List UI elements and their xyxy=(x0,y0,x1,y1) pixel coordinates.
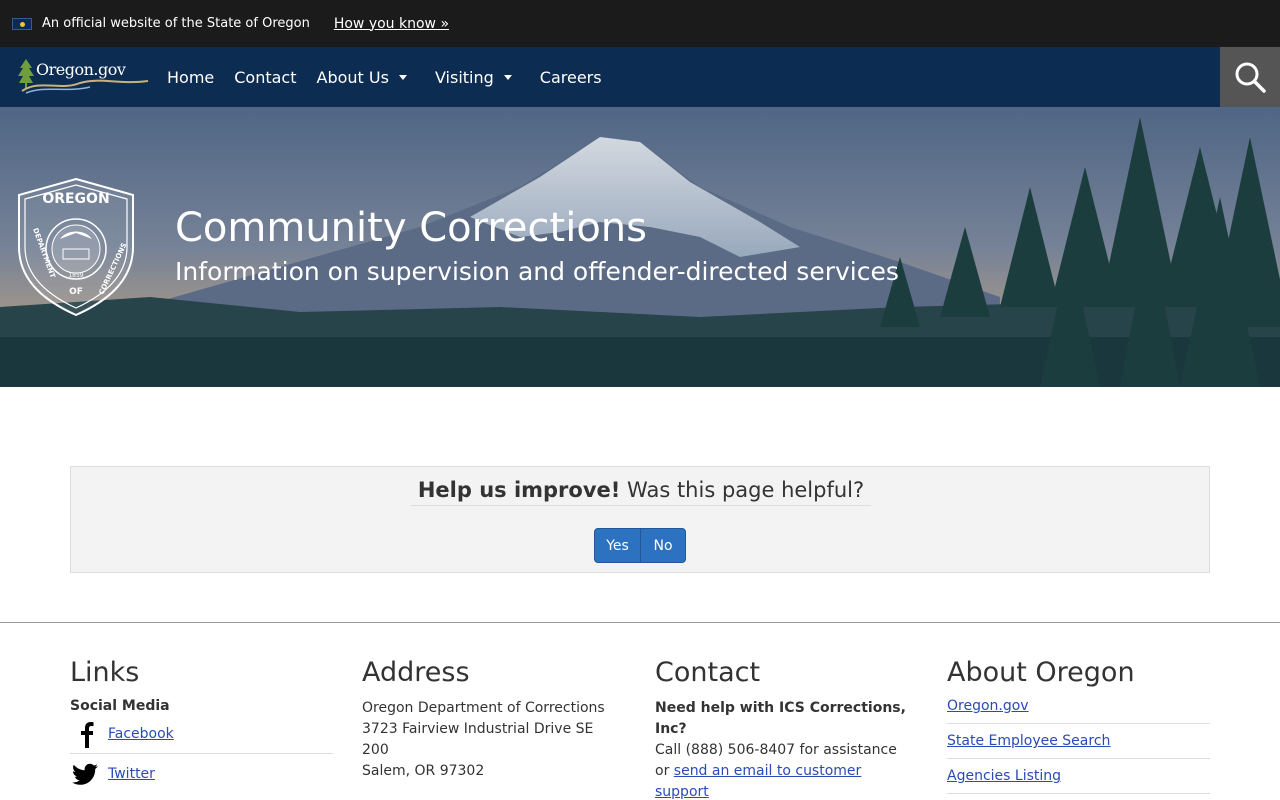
search-icon xyxy=(1235,62,1266,93)
nav-careers-label: Careers xyxy=(539,67,602,87)
feedback-question: Help us improve! Was this page helpful? xyxy=(411,478,871,506)
footer-links-column: Links Social Media Facebook Twitter xyxy=(70,657,333,794)
facebook-icon xyxy=(81,721,94,748)
address-line-2: 3723 Fairview Industrial Drive SE xyxy=(362,721,594,737)
nav-menu: Home Contact About Us Visiting Careers xyxy=(157,68,612,87)
oregon-gov-logo[interactable]: Oregon.gov xyxy=(10,47,150,107)
nav-about-us[interactable]: About Us xyxy=(307,68,417,87)
hero-banner: OREGON OF 1859 DEPARTMENT CORRECTIONS Co… xyxy=(0,107,1280,387)
oregon-flag-icon xyxy=(12,17,32,30)
chevron-down-icon xyxy=(503,74,512,80)
nav-contact[interactable]: Contact xyxy=(224,68,306,87)
address-line-3: 200 xyxy=(362,742,389,758)
nav-visiting-label: Visiting xyxy=(434,67,494,87)
yes-button[interactable]: Yes xyxy=(594,528,641,563)
twitter-link[interactable]: Twitter xyxy=(108,766,155,782)
footer-address-column: Address Oregon Department of Corrections… xyxy=(362,657,625,782)
no-button[interactable]: No xyxy=(641,528,686,563)
nav-visiting[interactable]: Visiting xyxy=(425,68,522,87)
footer-address-heading: Address xyxy=(362,657,470,688)
seal-bottom-text: OF xyxy=(69,287,83,297)
official-site-text: An official website of the State of Oreg… xyxy=(42,16,310,31)
nav-about-us-label: About Us xyxy=(316,67,389,87)
feedback-panel: Help us improve! Was this page helpful? … xyxy=(70,466,1210,573)
feedback-text: Was this page helpful? xyxy=(627,478,865,502)
official-banner: An official website of the State of Oreg… xyxy=(0,0,1280,47)
footer-contact-heading: Contact xyxy=(655,657,761,688)
twitter-row: Twitter xyxy=(70,754,333,794)
doc-seal-logo: OREGON OF 1859 DEPARTMENT CORRECTIONS xyxy=(18,177,134,317)
river-swoosh-icon xyxy=(21,79,149,94)
address-line-1: Oregon Department of Corrections xyxy=(362,700,605,716)
main-navbar: Oregon.gov Home Contact About Us Visitin… xyxy=(0,47,1280,107)
twitter-icon xyxy=(72,763,98,785)
agencies-listing-link[interactable]: Agencies Listing xyxy=(947,759,1210,794)
facebook-row: Facebook xyxy=(70,714,333,754)
footer-about-heading: About Oregon xyxy=(947,657,1135,688)
seal-top-text: OREGON xyxy=(42,191,109,207)
nav-home-label: Home xyxy=(167,67,215,87)
state-employee-search-link[interactable]: State Employee Search xyxy=(947,724,1210,759)
facebook-link[interactable]: Facebook xyxy=(108,726,174,742)
chevron-down-icon xyxy=(398,74,407,80)
contact-call-text: Call (888) 506-8407 for assistance or se… xyxy=(655,740,915,800)
search-button[interactable] xyxy=(1220,47,1280,107)
seal-year-text: 1859 xyxy=(68,272,83,279)
address-line-4: Salem, OR 97302 xyxy=(362,763,485,779)
page-title: Community Corrections xyxy=(175,205,647,251)
nav-home[interactable]: Home xyxy=(157,68,224,87)
feedback-bold: Help us improve! xyxy=(417,478,621,502)
footer-contact-column: Contact Need help with ICS Corrections, … xyxy=(655,657,915,800)
site-footer: Links Social Media Facebook Twitter Addr… xyxy=(0,622,1280,800)
page-subtitle: Information on supervision and offender-… xyxy=(175,257,899,286)
footer-about-column: About Oregon Oregon.gov State Employee S… xyxy=(947,657,1210,794)
social-media-label: Social Media xyxy=(70,698,170,714)
contact-help-text: Need help with ICS Corrections, Inc? xyxy=(655,700,906,737)
oregon-gov-link[interactable]: Oregon.gov xyxy=(947,698,1210,724)
footer-links-heading: Links xyxy=(70,657,140,688)
nav-contact-label: Contact xyxy=(234,67,297,87)
email-support-link[interactable]: send an email to customer support xyxy=(655,763,861,800)
nav-careers[interactable]: Careers xyxy=(530,68,612,87)
feedback-buttons: Yes No xyxy=(594,528,686,563)
how-you-know-link[interactable]: How you know » xyxy=(334,16,449,32)
